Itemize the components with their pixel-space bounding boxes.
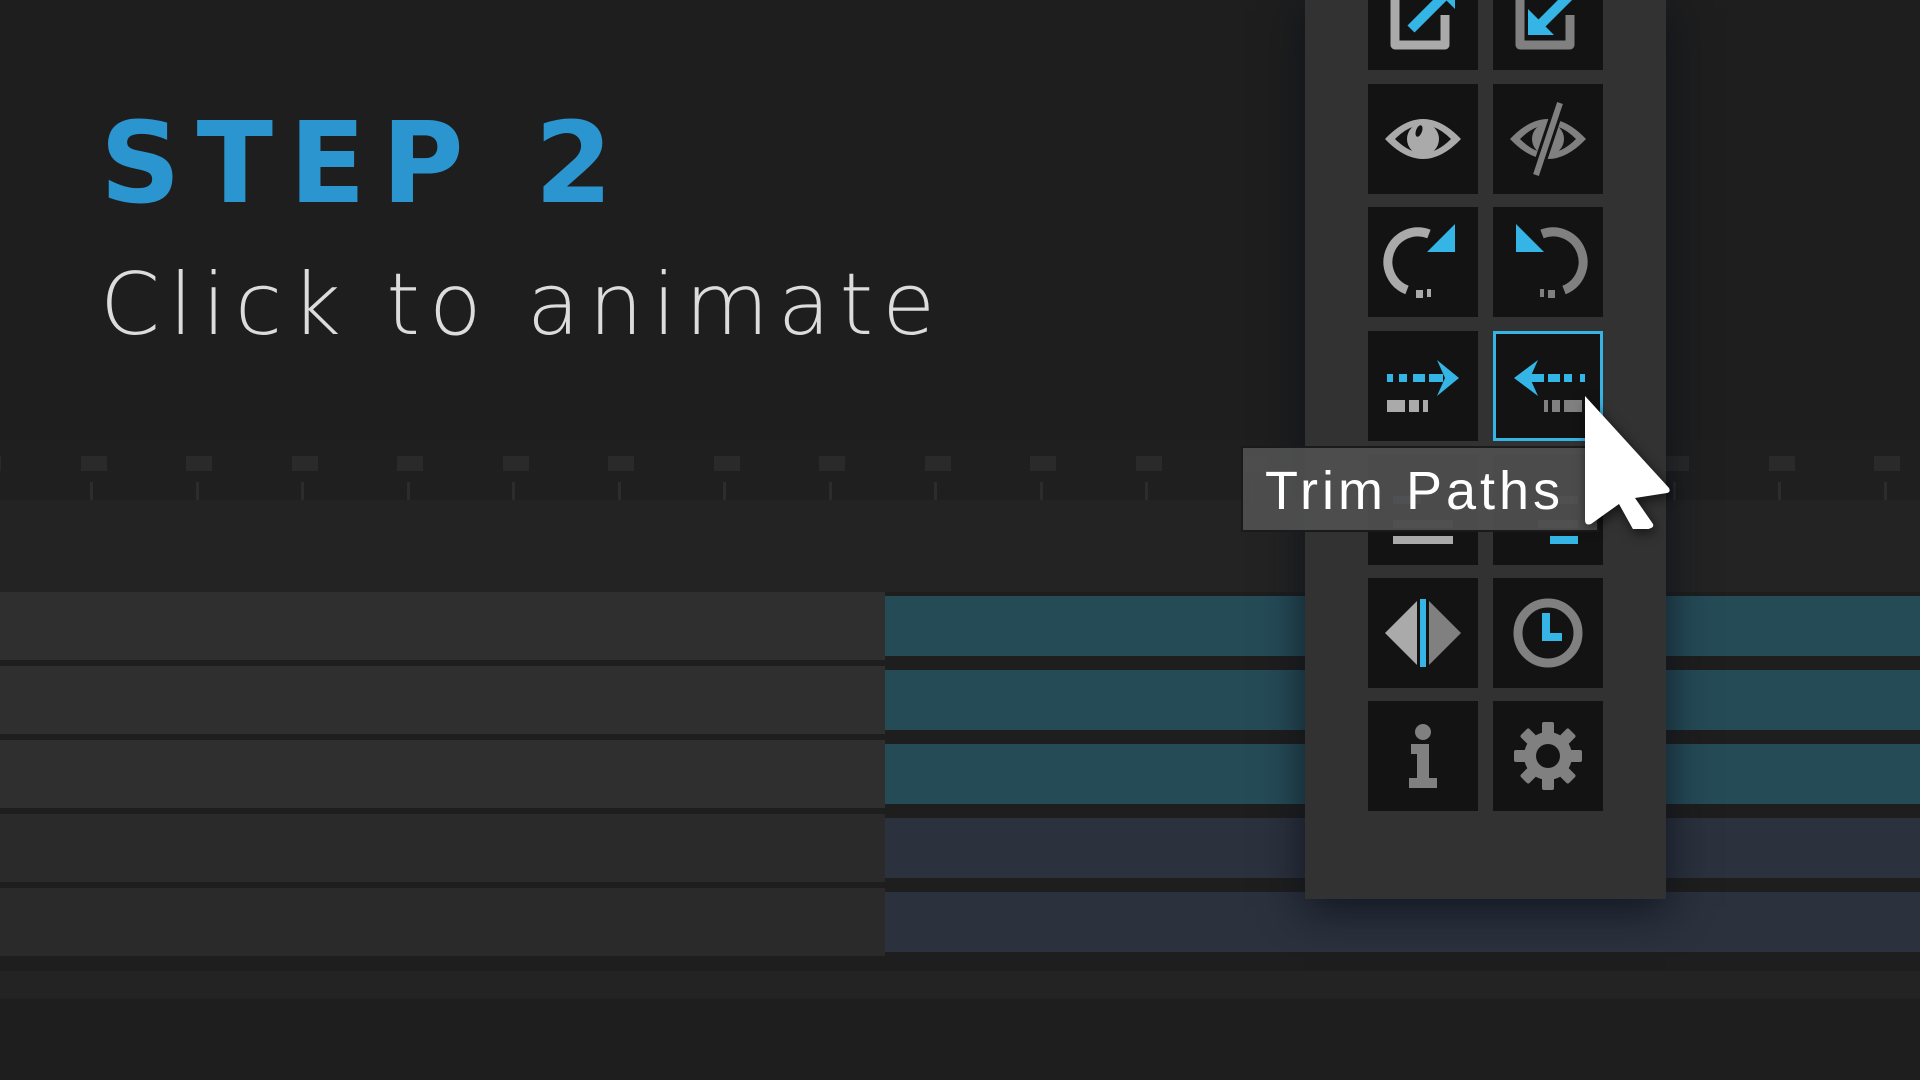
ruler-tick <box>1039 482 1043 500</box>
track-label-area[interactable] <box>0 666 885 734</box>
ruler-tick <box>1778 482 1781 500</box>
eye-slash-icon <box>1510 101 1586 177</box>
ruler-block <box>397 456 423 471</box>
timeline-footer <box>0 971 1920 999</box>
rotate-clockwise-icon <box>1383 224 1455 298</box>
clock-icon <box>1513 598 1583 668</box>
export-button[interactable] <box>1368 0 1478 70</box>
rotate-counterclockwise-icon <box>1516 224 1588 298</box>
ruler-block <box>291 456 318 471</box>
ruler-tick <box>1145 482 1148 500</box>
settings-button[interactable] <box>1493 701 1603 811</box>
ruler-tick <box>195 482 199 500</box>
rotate-in-button[interactable] <box>1368 207 1478 317</box>
rotate-out-button[interactable] <box>1493 207 1603 317</box>
trim-paths-in-button[interactable] <box>1368 331 1478 441</box>
timing-button[interactable] <box>1493 578 1603 688</box>
ruler-block <box>1874 456 1900 471</box>
ruler-tick <box>301 482 304 500</box>
dashed-arrow-right-icon <box>1387 360 1459 412</box>
step-heading: STEP 2 <box>100 99 629 229</box>
ruler-tick <box>90 482 93 500</box>
track-label-area[interactable] <box>0 888 885 956</box>
ruler-tick <box>828 482 832 500</box>
ruler-tick <box>617 482 621 500</box>
info-button[interactable] <box>1368 701 1478 811</box>
hide-button[interactable] <box>1493 84 1603 194</box>
ruler-block <box>924 456 951 471</box>
ruler-block <box>819 456 845 471</box>
ruler-block <box>80 456 107 471</box>
mirror-button[interactable] <box>1368 578 1478 688</box>
ruler-tick <box>1883 482 1887 500</box>
eye-icon <box>1385 119 1461 159</box>
box-arrow-out-icon <box>1390 0 1455 50</box>
ruler-tick <box>406 482 410 500</box>
ruler-tick <box>934 482 937 500</box>
info-icon <box>1409 724 1437 788</box>
tooltip: Trim Paths <box>1241 446 1599 532</box>
ruler-block <box>1768 456 1795 471</box>
ruler-tick <box>723 482 726 500</box>
ruler-block <box>1135 456 1162 471</box>
track-label-area[interactable] <box>0 814 885 882</box>
instruction-text: Click to animate <box>100 255 945 355</box>
ruler-tick <box>512 482 515 500</box>
box-arrow-in-icon <box>1515 0 1575 50</box>
track-label-area[interactable] <box>0 592 885 660</box>
show-button[interactable] <box>1368 84 1478 194</box>
mouse-pointer-icon <box>1585 396 1670 529</box>
ruler-block <box>608 456 634 471</box>
ruler-block <box>1030 456 1056 471</box>
track-layer-bar[interactable] <box>885 892 1920 952</box>
ruler-block <box>502 456 529 471</box>
mirror-diamond-icon <box>1385 599 1461 667</box>
gear-icon <box>1514 722 1582 790</box>
track-label-area[interactable] <box>0 740 885 808</box>
ruler-block <box>186 456 212 471</box>
ruler-block <box>713 456 740 471</box>
import-button[interactable] <box>1493 0 1603 70</box>
ruler-block <box>0 456 1 471</box>
